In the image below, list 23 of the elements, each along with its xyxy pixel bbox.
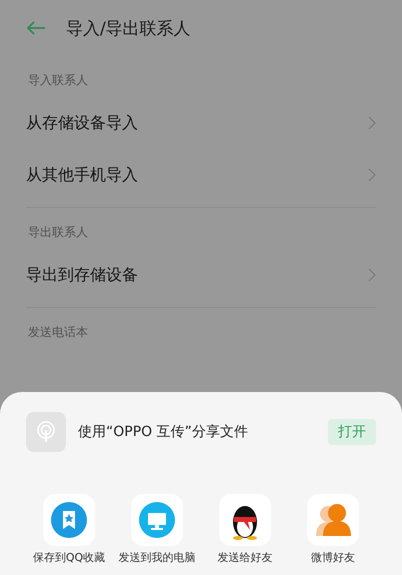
monitor-icon — [139, 502, 175, 538]
chevron-icon — [368, 116, 376, 130]
menu-item[interactable]: 从其他手机导入 — [26, 164, 138, 186]
share-target-tile[interactable] — [43, 494, 95, 546]
menu-item[interactable]: 导出到存储设备 — [26, 264, 138, 286]
share-target-label: 保存到QQ收藏 — [32, 550, 106, 565]
contacts-icon — [313, 502, 353, 538]
section-header: 导出联系人 — [27, 224, 89, 241]
menu-item[interactable]: 从存储设备导入 — [26, 112, 138, 134]
share-target-tile[interactable] — [131, 494, 183, 546]
chevron-icon — [368, 268, 376, 282]
page-title: 导入/导出联系人 — [66, 18, 191, 40]
share-target-label: 发送给好友 — [218, 550, 272, 565]
back-arrow-icon[interactable] — [26, 21, 46, 35]
section-header: 发送电话本 — [27, 324, 89, 341]
share-target-tile[interactable] — [307, 494, 359, 546]
share-prompt: 使用“OPPO 互传”分享文件 — [78, 423, 249, 441]
share-target-label: 发送到我的电脑 — [118, 550, 196, 565]
broadcast-icon — [26, 412, 66, 452]
share-target-label: 微博好友 — [311, 550, 355, 565]
share-target-tile[interactable] — [219, 494, 271, 546]
section-header: 导入联系人 — [27, 72, 89, 89]
chevron-icon — [368, 168, 376, 182]
